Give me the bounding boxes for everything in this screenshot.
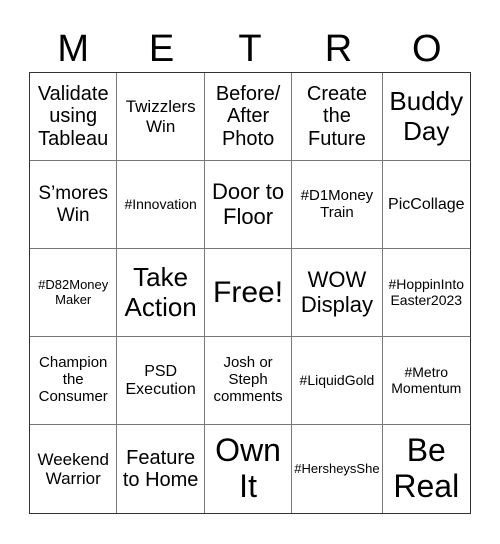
- bingo-cell[interactable]: Twizzlers Win: [117, 73, 205, 161]
- bingo-cell[interactable]: Be Real: [383, 425, 470, 513]
- bingo-cell[interactable]: Validate using Tableau: [30, 73, 118, 161]
- header-letter: O: [412, 28, 442, 70]
- bingo-cell[interactable]: Feature to Home: [117, 425, 205, 513]
- bingo-cell[interactable]: #D1Money Train: [292, 161, 383, 249]
- bingo-cell[interactable]: Weekend Warrior: [30, 425, 118, 513]
- bingo-cell[interactable]: WOW Display: [292, 249, 383, 337]
- header-letter: E: [148, 28, 175, 70]
- bingo-cell[interactable]: Buddy Day: [382, 73, 470, 161]
- bingo-cell[interactable]: Champion the Consumer: [30, 337, 118, 425]
- bingo-cell[interactable]: #HersheysShe: [292, 425, 383, 513]
- bingo-cell[interactable]: #HoppinInto Easter2023: [382, 249, 470, 337]
- header-letter: R: [324, 28, 353, 70]
- bingo-cell[interactable]: S’mores Win: [30, 161, 118, 249]
- header-letter: T: [238, 28, 262, 70]
- bingo-cell[interactable]: Create the Future: [292, 73, 383, 161]
- bingo-cell[interactable]: #Innovation: [117, 161, 205, 249]
- bingo-cell[interactable]: Door to Floor: [204, 161, 293, 249]
- bingo-cell[interactable]: PSD Execution: [117, 337, 205, 425]
- bingo-cell[interactable]: PicCollage: [382, 161, 470, 249]
- header-letter: M: [57, 28, 90, 70]
- bingo-card: Validate using Tableau Twizzlers Win Bef…: [29, 72, 471, 514]
- bingo-cell[interactable]: #D82Money Maker: [30, 249, 118, 337]
- bingo-cell[interactable]: Take Action: [117, 249, 205, 337]
- bingo-cell[interactable]: Before/ After Photo: [204, 73, 293, 161]
- bingo-cell[interactable]: Own It: [205, 425, 293, 513]
- free-space-cell[interactable]: Free!: [204, 249, 293, 337]
- bingo-cell[interactable]: Josh or Steph comments: [204, 337, 293, 425]
- bingo-cell[interactable]: #Metro Momentum: [382, 337, 470, 425]
- bingo-header: M E T R O: [29, 26, 471, 72]
- bingo-cell[interactable]: #LiquidGold: [292, 337, 383, 425]
